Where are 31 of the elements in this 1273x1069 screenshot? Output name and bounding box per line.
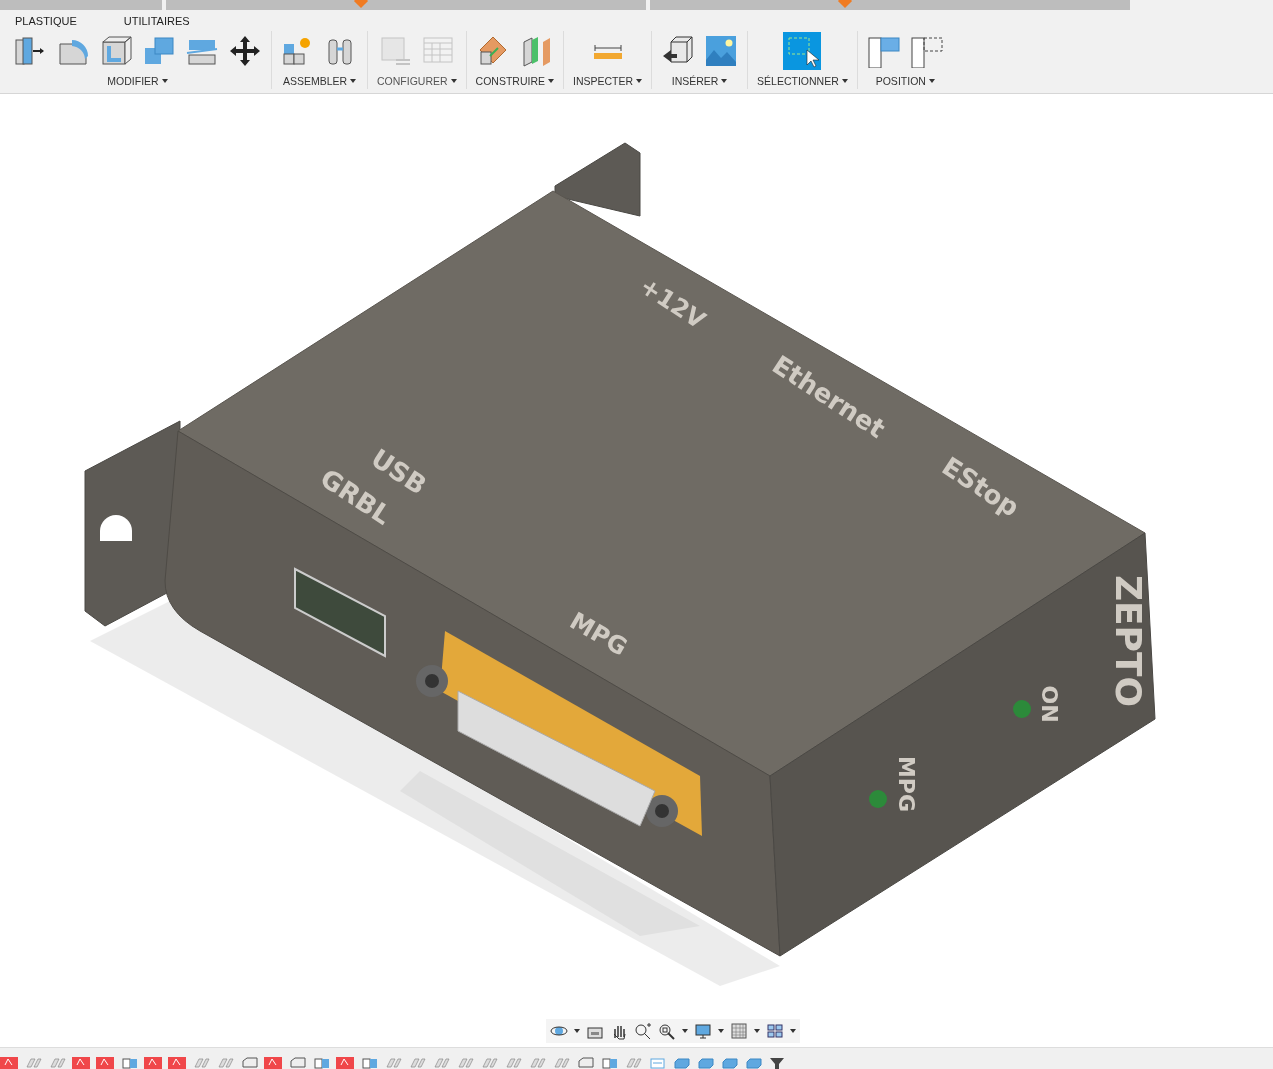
caret-icon[interactable] [790,1029,796,1033]
viewports-icon[interactable] [766,1022,784,1040]
engraved-label: ON [1037,685,1062,723]
caret-icon[interactable] [754,1029,760,1033]
toolbar-tab[interactable]: PLASTIQUE [15,14,77,27]
engraved-label: MPG [894,755,919,813]
revert-icon[interactable] [909,34,944,68]
capture-icon[interactable] [866,34,901,68]
shell-icon[interactable] [99,34,133,68]
caret-icon[interactable] [574,1029,580,1033]
move-icon[interactable] [228,34,262,68]
group-menu[interactable]: INSPECTER [573,75,643,87]
group-menu[interactable]: ASSEMBLER [282,75,357,87]
display-icon[interactable] [694,1022,712,1040]
image-icon[interactable] [704,34,739,68]
group-menu[interactable]: CONSTRUIRE [475,75,554,87]
grid-icon[interactable] [730,1022,748,1040]
toolbar-tab[interactable]: UTILITAIRES [123,14,190,27]
led-indicator [1013,700,1031,718]
select-icon[interactable] [783,32,822,70]
led-indicator [869,790,887,808]
zoom-window-icon[interactable] [658,1022,676,1040]
caret-icon[interactable] [682,1029,688,1033]
caret-icon[interactable] [718,1029,724,1033]
group-menu[interactable]: POSITION [875,75,935,87]
group-menu[interactable]: INSÉRER [671,75,728,87]
engraved-label: ZEPTO [1108,574,1149,708]
parameters-icon[interactable] [378,34,413,68]
group-menu[interactable]: MODIFIER [107,75,168,87]
group-menu[interactable]: SÉLECTIONNER [757,75,848,87]
zoom-icon[interactable] [634,1022,652,1040]
